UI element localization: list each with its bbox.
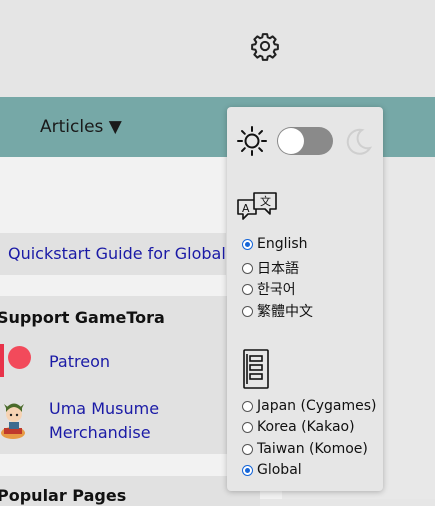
radio-global[interactable] (242, 464, 253, 476)
sun-icon[interactable] (236, 125, 268, 157)
radio-english[interactable] (242, 238, 253, 250)
server-icon (243, 349, 269, 389)
server-label: Japan (Cygames) (257, 398, 377, 414)
svg-text:A: A (242, 202, 250, 215)
uma-link-line2: Merchandise (49, 423, 151, 442)
language-option-traditional-chinese[interactable]: 繁體中文 (242, 301, 313, 321)
theme-toggle-knob (278, 128, 304, 154)
language-label: English (257, 236, 308, 252)
svg-text:文: 文 (260, 194, 271, 208)
language-label: 日本語 (257, 261, 299, 277)
radio-korea[interactable] (242, 421, 253, 433)
quickstart-guide-link[interactable]: Quickstart Guide for Global (8, 244, 226, 263)
support-title: Support GameTora (0, 308, 165, 327)
server-label: Global (257, 462, 302, 478)
server-option-global[interactable]: Global (242, 462, 302, 478)
uma-musume-icon (1, 403, 25, 439)
server-label: Korea (Kakao) (257, 419, 355, 435)
nav-articles-menu[interactable]: Articles ▼ (40, 117, 122, 137)
popular-pages-title: Popular Pages (0, 486, 127, 505)
server-option-korea[interactable]: Korea (Kakao) (242, 419, 355, 435)
translate-icon: A 文 (237, 192, 277, 220)
language-option-korean[interactable]: 한국어 (242, 279, 296, 299)
server-option-japan[interactable]: Japan (Cygames) (242, 398, 377, 414)
top-header (0, 0, 435, 97)
gear-icon[interactable] (250, 31, 280, 61)
server-option-taiwan[interactable]: Taiwan (Komoe) (242, 441, 368, 457)
server-label: Taiwan (Komoe) (257, 441, 368, 457)
moon-icon[interactable] (342, 126, 374, 158)
language-option-english[interactable]: English (242, 236, 308, 252)
radio-japanese[interactable] (242, 262, 253, 274)
radio-traditional-chinese[interactable] (242, 305, 253, 317)
language-option-japanese[interactable]: 日本語 (242, 258, 299, 278)
patreon-link[interactable]: Patreon (49, 352, 110, 371)
language-label: 繁體中文 (257, 304, 313, 320)
radio-japan[interactable] (242, 400, 253, 412)
radio-korean[interactable] (242, 283, 253, 295)
uma-link-line1: Uma Musume (49, 399, 160, 418)
patreon-logo-bar (0, 344, 4, 377)
radio-taiwan[interactable] (242, 443, 253, 455)
uma-merchandise-link[interactable]: Uma Musume Merchandise (49, 397, 159, 445)
language-label: 한국어 (257, 282, 296, 298)
patreon-icon (8, 346, 31, 369)
